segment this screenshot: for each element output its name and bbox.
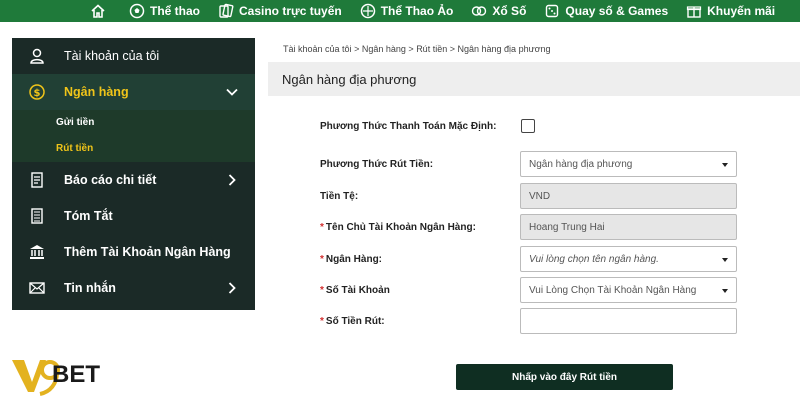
form-row-amount: * Số Tiền Rút: bbox=[320, 308, 740, 334]
nav-label: Casino trực tuyến bbox=[239, 4, 342, 18]
form-row-bank: * Ngân Hàng: Vui lòng chọn tên ngân hàng. bbox=[320, 246, 740, 272]
withdraw-method-label: Phương Thức Rút Tiền: bbox=[320, 158, 434, 170]
gift-icon bbox=[686, 3, 702, 19]
sidebar-item-label: Thêm Tài Khoản Ngân Hàng bbox=[64, 245, 231, 259]
sidebar-item-summary[interactable]: Tóm Tắt bbox=[12, 198, 255, 234]
required-mark: * bbox=[320, 284, 324, 296]
chevron-down-icon[interactable] bbox=[225, 85, 239, 99]
amount-label: * Số Tiền Rút: bbox=[320, 316, 520, 327]
amount-label-text: Số Tiền Rút: bbox=[325, 315, 385, 327]
page-title: Ngân hàng địa phương bbox=[268, 62, 800, 96]
sidebar-item-label: Báo cáo chi tiết bbox=[64, 173, 157, 187]
nav-label: Quay số & Games bbox=[565, 4, 669, 18]
nav-lottery[interactable]: Xổ Số bbox=[471, 3, 526, 19]
report-icon bbox=[28, 171, 46, 189]
nav-casino[interactable]: Casino trực tuyến bbox=[218, 3, 342, 19]
virtual-sport-icon bbox=[360, 3, 376, 19]
required-mark: * bbox=[320, 253, 324, 265]
user-icon bbox=[28, 47, 46, 65]
sidebar-item-label: Tóm Tắt bbox=[64, 209, 113, 223]
top-navigation: Thể thao Casino trực tuyến Thể Thao Ảo X… bbox=[0, 0, 800, 22]
account-holder-field: Hoang Trung Hai bbox=[520, 214, 737, 240]
chevron-right-icon[interactable] bbox=[225, 173, 239, 187]
withdraw-method-select[interactable]: Ngân hàng địa phương bbox=[520, 151, 737, 177]
nav-label: Khuyến mãi bbox=[707, 4, 776, 18]
required-mark: * bbox=[320, 221, 324, 233]
svg-text:$: $ bbox=[34, 88, 41, 99]
dice-icon bbox=[544, 3, 560, 19]
nav-sports[interactable]: Thể thao bbox=[129, 3, 200, 19]
sidebar-item-label: Tin nhắn bbox=[64, 281, 116, 295]
account-number-select[interactable]: Vui Lòng Chọn Tài Khoản Ngân Hàng bbox=[520, 277, 737, 303]
sidebar-item-label: Tài khoản của tôi bbox=[64, 49, 160, 63]
sidebar-subitem-withdraw[interactable]: Rút tiền bbox=[12, 136, 255, 162]
sidebar-subitem-deposit[interactable]: Gửi tiền bbox=[12, 110, 255, 136]
breadcrumb-account[interactable]: Tài khoản của tôi bbox=[283, 44, 352, 54]
lottery-icon bbox=[471, 3, 487, 19]
sidebar: Tài khoản của tôi $ Ngân hàng Gửi tiền R… bbox=[12, 38, 255, 310]
form-row-account-number: * Số Tài Khoản Vui Lòng Chọn Tài Khoản Ng… bbox=[320, 277, 740, 303]
form-row-withdraw-method: Phương Thức Rút Tiền: Ngân hàng địa phươ… bbox=[320, 151, 740, 177]
nav-label: Thể thao bbox=[150, 4, 200, 18]
logo-text: BET bbox=[52, 361, 100, 388]
nav-virtual-sports[interactable]: Thể Thao Ảo bbox=[360, 3, 454, 19]
nav-label: Thể Thao Ảo bbox=[380, 4, 454, 18]
bank-label: * Ngân Hàng: bbox=[320, 254, 520, 265]
v9bet-logo: BET bbox=[10, 352, 130, 398]
form-row-default-method: Phương Thức Thanh Toán Mặc Định: bbox=[320, 113, 740, 139]
dollar-coin-icon: $ bbox=[28, 83, 46, 101]
withdraw-submit-button[interactable]: Nhấp vào đây Rút tiền bbox=[456, 364, 673, 390]
default-method-checkbox[interactable] bbox=[521, 119, 535, 133]
breadcrumb-separator: > bbox=[354, 44, 360, 54]
nav-promotions[interactable]: Khuyến mãi bbox=[686, 3, 775, 19]
account-number-label: * Số Tài Khoản bbox=[320, 285, 520, 296]
summary-icon bbox=[28, 207, 46, 225]
required-mark: * bbox=[320, 315, 324, 327]
bank-label-text: Ngân Hàng: bbox=[325, 253, 383, 265]
soccer-ball-icon bbox=[129, 3, 145, 19]
sidebar-item-reports[interactable]: Báo cáo chi tiết bbox=[12, 162, 255, 198]
breadcrumb: Tài khoản của tôi > Ngân hàng > Rút tiền… bbox=[283, 44, 551, 54]
account-holder-label-text: Tên Chủ Tài Khoản Ngân Hàng: bbox=[325, 221, 476, 233]
bank-select[interactable]: Vui lòng chọn tên ngân hàng. bbox=[520, 246, 737, 272]
breadcrumb-bank[interactable]: Ngân hàng bbox=[362, 44, 406, 54]
sidebar-item-label: Ngân hàng bbox=[64, 85, 129, 99]
nav-games[interactable]: Quay số & Games bbox=[544, 3, 668, 19]
sidebar-item-bank[interactable]: $ Ngân hàng bbox=[12, 74, 255, 110]
bank-icon bbox=[28, 243, 46, 261]
mail-icon bbox=[28, 279, 46, 297]
default-method-label: Phương Thức Thanh Toán Mặc Định: bbox=[320, 120, 497, 132]
breadcrumb-separator: > bbox=[449, 44, 455, 54]
sidebar-item-messages[interactable]: Tin nhắn bbox=[12, 270, 255, 306]
casino-cards-icon bbox=[218, 3, 234, 19]
form-row-account-holder: * Tên Chủ Tài Khoản Ngân Hàng: Hoang Trun… bbox=[320, 214, 740, 240]
form-row-currency: Tiền Tệ: VND bbox=[320, 183, 740, 209]
breadcrumb-separator: > bbox=[408, 44, 414, 54]
home-icon bbox=[90, 3, 106, 19]
sidebar-item-add-bank[interactable]: Thêm Tài Khoản Ngân Hàng bbox=[12, 234, 255, 270]
amount-input[interactable] bbox=[520, 308, 737, 334]
nav-home[interactable] bbox=[90, 3, 111, 19]
sidebar-item-account[interactable]: Tài khoản của tôi bbox=[12, 38, 255, 74]
account-number-label-text: Số Tài Khoản bbox=[325, 284, 390, 296]
chevron-right-icon[interactable] bbox=[225, 281, 239, 295]
account-holder-label: * Tên Chủ Tài Khoản Ngân Hàng: bbox=[320, 222, 520, 233]
breadcrumb-withdraw[interactable]: Rút tiền bbox=[416, 44, 447, 54]
nav-label: Xổ Số bbox=[492, 4, 527, 18]
sidebar-submenu: Gửi tiền Rút tiền bbox=[12, 110, 255, 162]
currency-field: VND bbox=[520, 183, 737, 209]
currency-label: Tiền Tệ: bbox=[320, 190, 359, 202]
breadcrumb-local-bank: Ngân hàng địa phương bbox=[457, 44, 551, 54]
